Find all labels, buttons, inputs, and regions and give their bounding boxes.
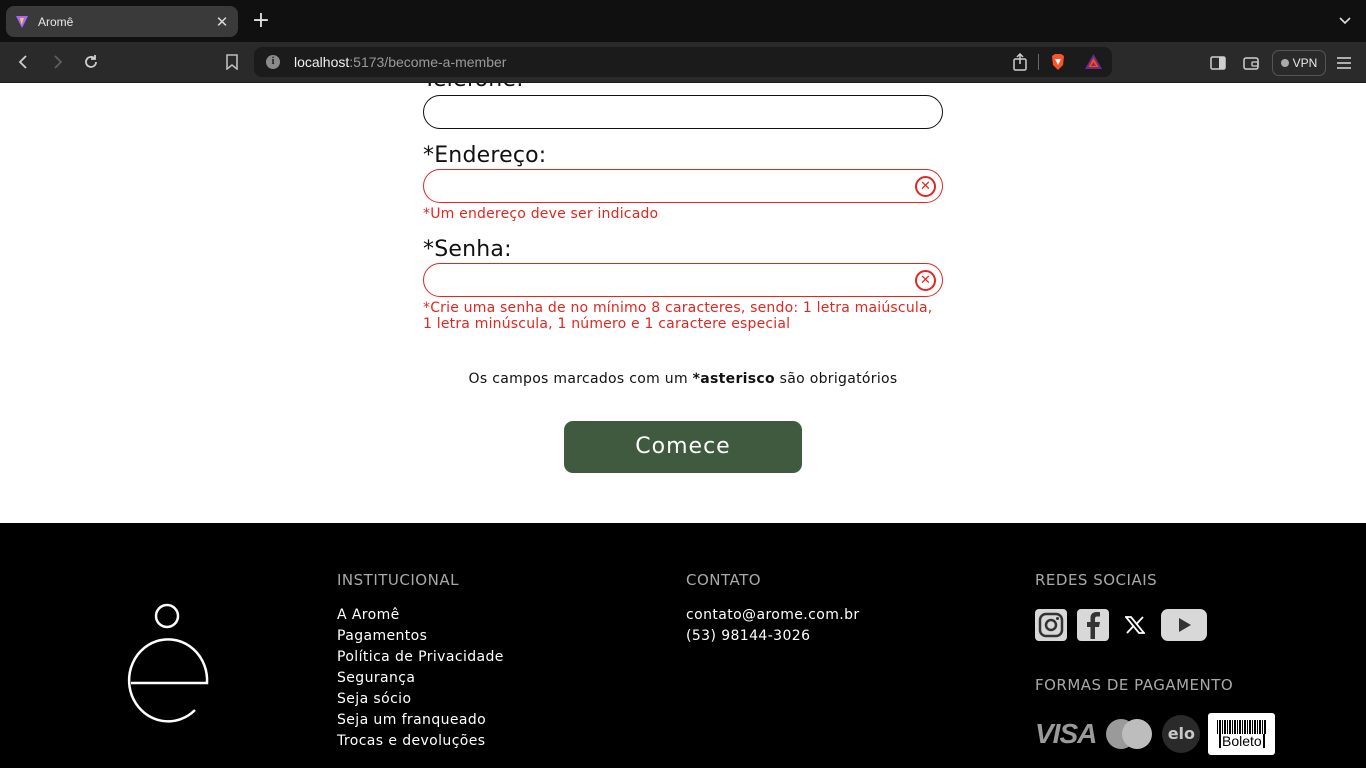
notice-text-bold: *asterisco: [692, 371, 775, 387]
wallet-icon[interactable]: [1242, 54, 1260, 72]
address-label: *Endereço:: [423, 143, 547, 168]
back-button[interactable]: [12, 50, 36, 74]
vpn-button[interactable]: VPN: [1272, 50, 1326, 76]
arome-logo-icon: [127, 603, 209, 723]
menu-icon[interactable]: [1335, 54, 1353, 72]
elo-icon: elo: [1162, 715, 1201, 753]
tab-close-icon[interactable]: ✕: [214, 13, 230, 31]
institutional-heading: INSTITUCIONAL: [337, 571, 459, 589]
footer-link-privacidade[interactable]: Política de Privacidade: [337, 647, 504, 668]
footer-link-trocas[interactable]: Trocas e devoluções: [337, 731, 504, 752]
brave-shields-icon[interactable]: [1050, 53, 1066, 71]
url-text[interactable]: localhost:5173/become-a-member: [294, 54, 506, 70]
vpn-status-icon: [1280, 59, 1289, 67]
forward-button[interactable]: [45, 50, 69, 74]
reload-icon: [85, 55, 97, 68]
address-bar[interactable]: i localhost:5173/become-a-member: [254, 47, 1112, 77]
password-error-message: *Crie uma senha de no mínimo 8 caractere…: [423, 300, 933, 332]
instagram-icon[interactable]: [1035, 609, 1067, 641]
reload-button[interactable]: [79, 50, 103, 74]
password-field[interactable]: ✕: [423, 263, 943, 297]
contact-email[interactable]: contato@arome.com.br: [686, 605, 860, 626]
footer-link-seguranca[interactable]: Segurança: [337, 668, 504, 689]
address-error-message: *Um endereço deve ser indicado: [423, 206, 659, 222]
footer-link-seja-socio[interactable]: Seja sócio: [337, 689, 504, 710]
tab-title: Aromê: [38, 14, 74, 29]
vite-favicon-icon: [14, 14, 30, 30]
page-content: Telefone: *Endereço: ✕ *Um endereço deve…: [0, 83, 1366, 768]
address-error-icon: ✕: [915, 176, 936, 197]
contact-heading: CONTATO: [686, 571, 762, 589]
url-host: localhost: [294, 54, 350, 70]
vpn-label: VPN: [1292, 56, 1318, 70]
address-bar-divider: [1038, 54, 1039, 70]
social-heading: REDES SOCIAIS: [1035, 571, 1158, 589]
institutional-links: A Aromê Pagamentos Política de Privacida…: [337, 605, 504, 752]
contact-phone[interactable]: (53) 98144-3026: [686, 626, 860, 647]
boleto-barcode: [1216, 720, 1267, 734]
site-info-icon[interactable]: i: [266, 55, 280, 69]
back-arrow-icon: [18, 55, 27, 69]
footer-link-pagamentos[interactable]: Pagamentos: [337, 626, 504, 647]
phone-field[interactable]: [423, 95, 943, 129]
password-error-icon: ✕: [915, 270, 936, 291]
browser-tab-bar: Aromê ✕ +: [0, 0, 1366, 42]
share-icon[interactable]: [1012, 53, 1028, 71]
visa-icon: VISA: [1035, 718, 1097, 749]
browser-toolbar: i localhost:5173/become-a-member VPN: [0, 42, 1366, 83]
boleto-label: Boleto: [1219, 734, 1265, 748]
browser-tab-active[interactable]: Aromê ✕: [6, 6, 238, 37]
password-label: *Senha:: [423, 237, 512, 262]
bookmark-icon: [226, 54, 238, 70]
phone-label: Telefone:: [423, 83, 524, 92]
url-path: :5173/become-a-member: [349, 54, 507, 70]
brave-rewards-icon[interactable]: [1085, 54, 1102, 69]
boleto-icon: Boleto: [1208, 713, 1276, 755]
required-fields-notice: Os campos marcados com um *asterisco são…: [0, 371, 1366, 387]
address-field[interactable]: ✕: [423, 169, 943, 203]
mastercard-icon: [1104, 718, 1154, 750]
sidebar-toggle-icon[interactable]: [1209, 54, 1227, 72]
footer-link-franqueado[interactable]: Seja um franqueado: [337, 710, 504, 731]
notice-text-after: são obrigatórios: [774, 371, 898, 387]
x-icon[interactable]: [1119, 609, 1151, 641]
payment-methods: VISA elo Boleto: [1035, 713, 1276, 755]
payment-heading: FORMAS DE PAGAMENTO: [1035, 676, 1234, 694]
submit-button[interactable]: Comece: [564, 421, 802, 473]
facebook-icon[interactable]: [1077, 609, 1109, 641]
footer-link-a-arome[interactable]: A Aromê: [337, 605, 504, 626]
notice-text-before: Os campos marcados com um: [468, 371, 693, 387]
forward-arrow-icon: [54, 55, 63, 69]
youtube-icon[interactable]: [1161, 609, 1207, 641]
tab-list-chevron-icon[interactable]: [1338, 13, 1352, 27]
contact-list: contato@arome.com.br (53) 98144-3026: [686, 605, 860, 647]
bookmark-button[interactable]: [220, 50, 244, 74]
social-links: [1035, 609, 1207, 641]
footer: INSTITUCIONAL A Aromê Pagamentos Polític…: [0, 523, 1366, 768]
new-tab-button[interactable]: +: [250, 9, 272, 33]
